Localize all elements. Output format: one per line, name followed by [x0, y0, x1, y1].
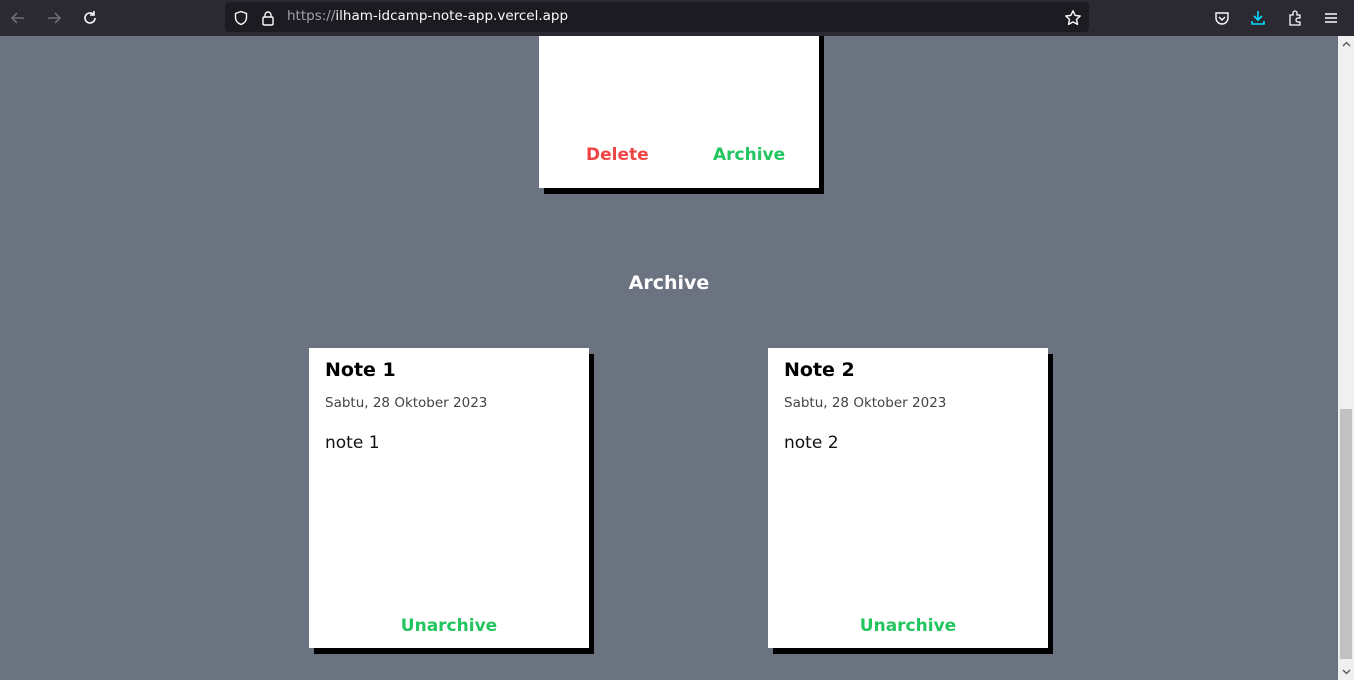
- note-title: Note 2: [784, 359, 855, 381]
- shield-icon[interactable]: [229, 6, 253, 30]
- scrollbar-thumb[interactable]: [1340, 409, 1352, 659]
- page-scrollbar[interactable]: [1338, 36, 1354, 680]
- delete-button[interactable]: Delete: [586, 145, 649, 165]
- note-date: Sabtu, 28 Oktober 2023: [325, 395, 488, 411]
- archived-note-card: Note 1 Sabtu, 28 Oktober 2023 note 1 Una…: [309, 348, 589, 648]
- archive-section-heading: Archive: [628, 272, 710, 294]
- note-body: note 1: [325, 433, 380, 453]
- back-arrow-icon[interactable]: [6, 6, 30, 30]
- pocket-icon[interactable]: [1210, 6, 1234, 30]
- page-viewport: Delete Archive Archive Note 1 Sabtu, 28 …: [0, 36, 1338, 680]
- note-card-active-partial: Delete Archive: [539, 36, 819, 188]
- archived-note-card: Note 2 Sabtu, 28 Oktober 2023 note 2 Una…: [768, 348, 1048, 648]
- archive-button[interactable]: Archive: [713, 145, 785, 165]
- url-scheme: https://: [287, 8, 336, 24]
- unarchive-button[interactable]: Unarchive: [309, 616, 589, 636]
- scroll-up-arrow-icon[interactable]: [1338, 36, 1354, 52]
- unarchive-button[interactable]: Unarchive: [768, 616, 1048, 636]
- forward-arrow-icon[interactable]: [42, 6, 66, 30]
- note-title: Note 1: [325, 359, 396, 381]
- reload-icon[interactable]: [78, 6, 102, 30]
- lock-icon[interactable]: [256, 6, 280, 30]
- menu-icon[interactable]: [1319, 6, 1343, 30]
- scroll-down-arrow-icon[interactable]: [1338, 664, 1354, 680]
- star-icon[interactable]: [1061, 6, 1085, 30]
- extensions-icon[interactable]: [1283, 6, 1307, 30]
- note-date: Sabtu, 28 Oktober 2023: [784, 395, 947, 411]
- url-text[interactable]: https://ilham-idcamp-note-app.vercel.app: [287, 8, 568, 24]
- url-host: ilham-idcamp-note-app.vercel.app: [335, 8, 569, 24]
- browser-toolbar: https://ilham-idcamp-note-app.vercel.app: [0, 0, 1354, 36]
- note-body: note 2: [784, 433, 839, 453]
- download-icon[interactable]: [1246, 6, 1270, 30]
